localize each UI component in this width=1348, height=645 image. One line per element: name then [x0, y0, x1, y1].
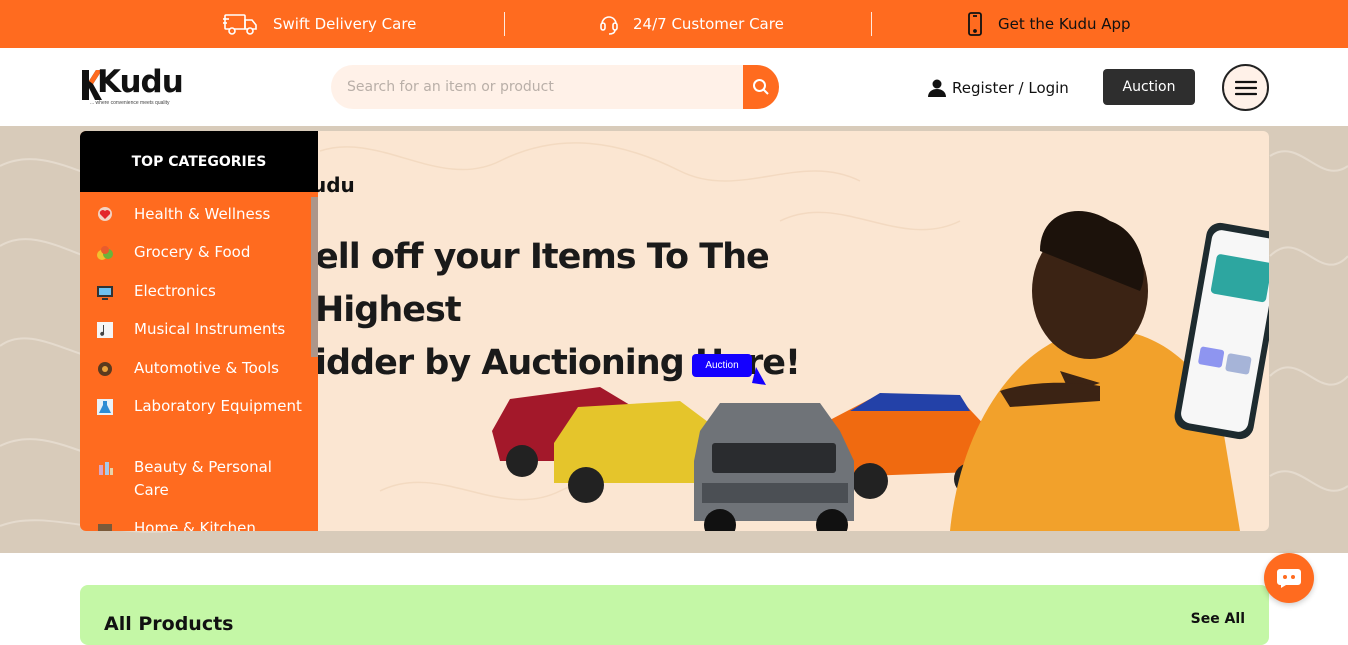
top-info-bar: Swift Delivery Care 24/7 Customer Care G…	[0, 0, 1348, 48]
cars-illustration	[492, 387, 1000, 531]
home-kitchen-icon	[98, 524, 112, 531]
phone-mockup	[1174, 222, 1269, 440]
login-label: Register / Login	[952, 79, 1069, 97]
phone-icon	[968, 12, 982, 36]
category-musical-instruments[interactable]: Musical Instruments	[80, 318, 310, 341]
kudu-logo[interactable]: Kudu ... where convenience meets quality	[80, 64, 190, 108]
grocery-icon	[97, 246, 113, 260]
register-login-link[interactable]: Register / Login	[928, 76, 1069, 100]
search-button[interactable]	[743, 65, 779, 109]
delivery-label: Swift Delivery Care	[273, 15, 417, 33]
auction-button[interactable]: Auction	[1103, 69, 1195, 105]
logo-text: Kudu	[97, 64, 184, 100]
automotive-icon	[98, 362, 112, 376]
health-icon	[98, 207, 112, 221]
all-products-section: All Products See All	[80, 585, 1269, 645]
category-beauty-personal-care[interactable]: Beauty & Personal Care	[80, 456, 310, 502]
search-bar	[331, 65, 779, 109]
category-automotive-tools[interactable]: Automotive & Tools	[80, 357, 310, 380]
chat-icon	[1277, 569, 1301, 588]
divider	[871, 12, 872, 36]
categories-sidebar: TOP CATEGORIES Health & Wellness Grocery…	[80, 131, 318, 531]
divider	[504, 12, 505, 36]
banner-logo: udu	[312, 173, 355, 197]
music-icon	[97, 322, 113, 338]
app-label: Get the Kudu App	[998, 15, 1131, 33]
logo-tagline: ... where convenience meets quality	[90, 100, 170, 106]
see-all-link[interactable]: See All	[1191, 611, 1245, 627]
category-home-kitchen[interactable]: Home & Kitchen	[80, 517, 310, 531]
hamburger-icon	[1234, 80, 1257, 95]
banner-headline-line2: idder by Auctioning Here!	[315, 343, 801, 383]
chat-button[interactable]	[1264, 553, 1314, 603]
search-icon	[753, 79, 769, 95]
banner-headline-line1: ell off your Items To The Highest	[315, 237, 770, 330]
banner-headline: ell off your Items To The Highest idder …	[315, 231, 875, 390]
electronics-icon	[97, 286, 113, 300]
customer-care-label: 24/7 Customer Care	[633, 15, 784, 33]
site-header: Kudu ... where convenience meets quality…	[0, 48, 1348, 126]
categories-title: TOP CATEGORIES	[80, 131, 318, 192]
user-icon	[928, 79, 946, 97]
sidebar-scrollbar[interactable]	[311, 197, 318, 357]
auction-tag: Auction	[692, 354, 752, 377]
customer-care-info: 24/7 Customer Care	[599, 0, 784, 48]
category-grocery-food[interactable]: Grocery & Food	[80, 241, 310, 264]
headset-icon	[600, 16, 618, 35]
delivery-info: Swift Delivery Care	[223, 0, 416, 48]
delivery-truck-icon	[223, 14, 257, 35]
category-laboratory-equipment[interactable]: Laboratory Equipment	[80, 395, 310, 441]
search-input[interactable]	[331, 65, 743, 109]
category-health-wellness[interactable]: Health & Wellness	[80, 203, 310, 226]
app-download-link[interactable]: Get the Kudu App	[966, 0, 1131, 48]
hero-section: udu ell off your Items To The Highest id…	[0, 126, 1348, 553]
laboratory-icon	[97, 399, 113, 415]
category-electronics[interactable]: Electronics	[80, 280, 310, 303]
menu-button[interactable]	[1222, 64, 1269, 111]
beauty-icon	[99, 462, 113, 475]
